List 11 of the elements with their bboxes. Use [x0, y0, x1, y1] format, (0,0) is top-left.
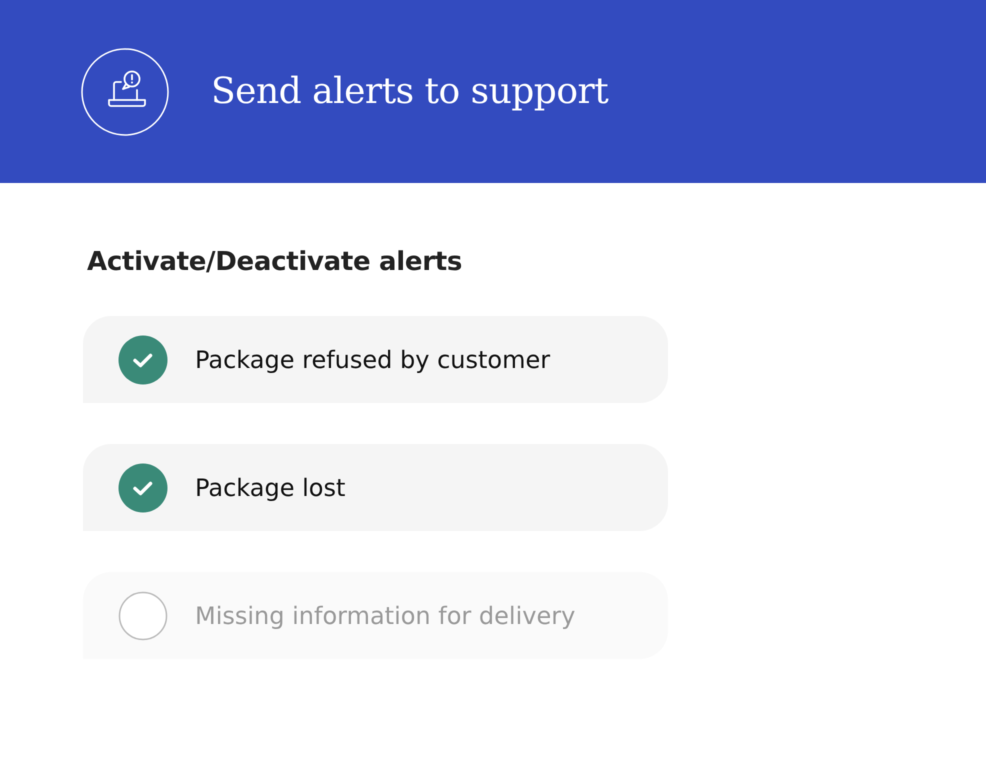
unchecked-checkbox[interactable]: [118, 590, 168, 640]
page-title: Send alerts to support: [211, 71, 608, 112]
laptop-alert-icon: [81, 48, 169, 136]
section-heading: Activate/Deactivate alerts: [87, 247, 464, 277]
alert-option[interactable]: Package refused by customer: [83, 316, 668, 403]
alert-option[interactable]: Package lost: [83, 444, 668, 531]
checked-checkbox[interactable]: [118, 334, 168, 384]
alert-label: Missing information for delivery: [195, 602, 576, 630]
alert-label: Package refused by customer: [195, 346, 550, 374]
alert-label: Package lost: [195, 474, 346, 502]
checked-checkbox[interactable]: [118, 462, 168, 512]
